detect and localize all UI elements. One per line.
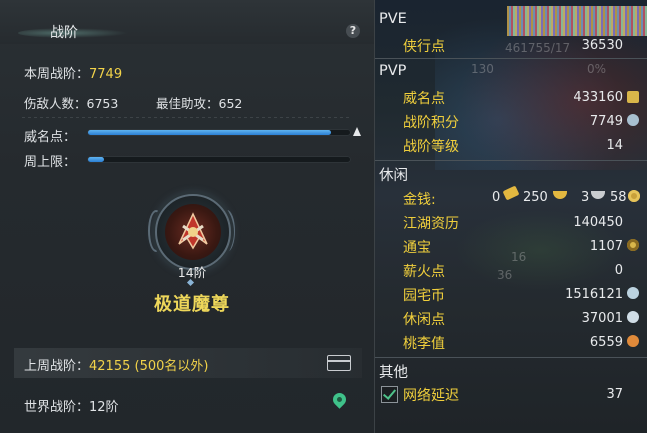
currency-value: 37001 <box>581 311 623 326</box>
peach-icon <box>627 335 639 347</box>
panel-title: 战阶 <box>50 25 78 41</box>
section-header-pve: PVE <box>379 11 407 27</box>
background-text: 461755/17 <box>505 41 571 55</box>
currency-label: 园宅币 <box>403 288 445 304</box>
weekly-cap-label: 周上限： <box>24 155 77 170</box>
currency-label: 休闲点 <box>403 312 445 328</box>
map-pin-icon[interactable] <box>330 390 349 409</box>
prestige-progress-fill <box>88 130 331 135</box>
rank-panel: 战阶 ? 本周战阶：7749 伤敌人数：6753 最佳助攻：652 威名点： 周… <box>0 0 375 433</box>
section-header-other: 其他 <box>379 365 408 381</box>
background-text: 16 <box>511 250 527 264</box>
last-week-label: 上周战阶： <box>24 359 90 374</box>
rank-level: 14阶 <box>177 265 207 280</box>
prestige-label: 威名点： <box>24 130 77 145</box>
currency-label: 威名点 <box>403 91 445 107</box>
last-week-value: 42155 (500名以外) <box>89 359 209 374</box>
currency-value: 140450 <box>573 215 623 230</box>
rank-points-icon <box>627 114 639 126</box>
rank-emblem-icon <box>165 204 221 260</box>
currency-value: 6559 <box>589 335 623 350</box>
weekly-cap-progress-bar <box>87 156 351 163</box>
best-assist: 最佳助攻：652 <box>156 96 243 111</box>
currency-value: 0 <box>614 263 623 278</box>
rank-name: 极道魔尊 <box>154 294 230 315</box>
currency-label: 战阶积分 <box>403 115 459 131</box>
help-icon[interactable]: ? <box>346 24 360 38</box>
copper-coin-icon <box>628 190 640 202</box>
money-copper: 58 <box>610 190 627 205</box>
weekly-rank: 本周战阶：7749 <box>24 63 122 82</box>
rank-emblem[interactable] <box>155 194 231 270</box>
money-label: 金钱: <box>403 192 436 208</box>
garden-coin-icon <box>627 287 639 299</box>
divider <box>22 117 352 118</box>
cap-marker-icon <box>353 127 361 136</box>
weekly-rank-value: 7749 <box>89 67 123 82</box>
weekly-cap-progress-fill <box>88 157 104 162</box>
silver-ingot-icon <box>591 191 605 199</box>
last-week-rank: 上周战阶：42155 (500名以外) <box>24 355 208 374</box>
background-decoration <box>507 6 647 36</box>
gold-ingot-icon <box>553 191 567 199</box>
prestige-coin-icon <box>627 91 639 103</box>
divider <box>375 160 647 161</box>
currency-label: 江湖资历 <box>403 216 459 232</box>
weekly-rank-label: 本周战阶： <box>24 67 90 82</box>
network-latency-checkbox[interactable] <box>381 386 398 403</box>
divider <box>375 58 647 59</box>
money-gold-ingot: 0 <box>492 190 501 205</box>
reward-chest-icon[interactable] <box>327 355 351 371</box>
currency-label: 桃李值 <box>403 336 445 352</box>
prestige-progress-bar <box>87 129 351 136</box>
currency-panel: 461755/17 130 0% 36 16 PVE 侠行点 36530 PVP… <box>375 0 647 433</box>
currency-value: 1516121 <box>565 287 623 302</box>
currency-value: 1107 <box>589 239 623 254</box>
enemies-count: 伤敌人数：6753 <box>24 96 119 111</box>
currency-value: 14 <box>606 138 623 153</box>
currency-label: 战阶等级 <box>403 139 459 155</box>
background-text: 130 <box>471 62 494 76</box>
money-gold: 250 <box>523 190 548 205</box>
section-header-pvp: PVP <box>379 63 407 79</box>
gold-bar-icon <box>502 185 520 201</box>
network-latency-value: 37 <box>606 387 623 402</box>
world-rank: 世界战阶：12阶 <box>24 400 119 415</box>
currency-value: 433160 <box>573 90 623 105</box>
currency-label: 侠行点 <box>403 39 445 55</box>
currency-label: 通宝 <box>403 240 431 256</box>
currency-label: 薪火点 <box>403 264 445 280</box>
leisure-point-icon <box>627 311 639 323</box>
money-silver: 3 <box>581 190 590 205</box>
tongbao-coin-icon <box>627 239 639 251</box>
currency-value: 7749 <box>589 114 623 129</box>
currency-value: 36530 <box>581 38 623 53</box>
section-header-leisure: 休闲 <box>379 168 408 184</box>
network-latency-label: 网络延迟 <box>403 388 459 404</box>
divider <box>375 357 647 358</box>
background-text: 0% <box>587 62 607 76</box>
background-text: 36 <box>497 268 513 282</box>
